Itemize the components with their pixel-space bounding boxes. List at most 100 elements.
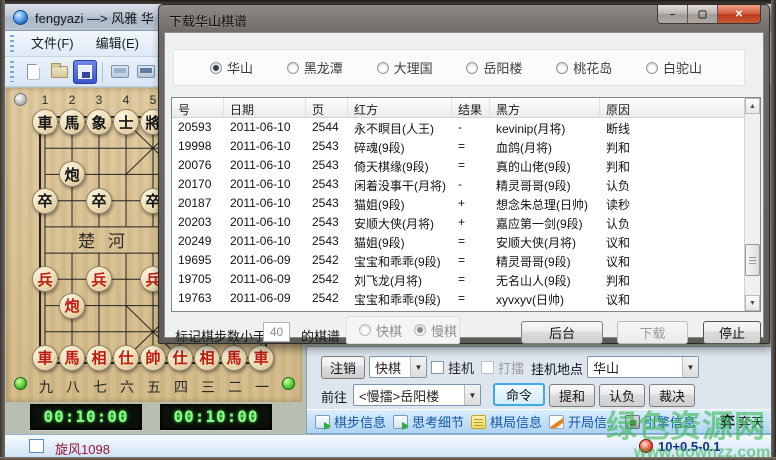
server-radio-华山[interactable]: 华山 [210, 58, 253, 77]
board-view-button[interactable] [108, 60, 132, 84]
table-row[interactable]: 20170 2011-06-10 2543 闲着没事干(月将) - 精灵哥哥(9段) 认负 [172, 175, 744, 194]
app-screen: fengyazi —> 风雅 华 文件(F)编辑(E)查看( [0, 0, 776, 460]
command-button[interactable]: 命令 [493, 383, 545, 406]
server-radio-黑龙潭[interactable]: 黑龙潭 [286, 58, 343, 77]
tab-开局信...[interactable]: 开局信... [549, 412, 618, 431]
stop-button[interactable]: 停止 [703, 321, 761, 344]
cell-page: 2542 [312, 253, 339, 267]
location-select[interactable]: 华山 ▼ [587, 356, 699, 378]
file-number-top: 2 [68, 93, 76, 107]
cell-no: 20187 [178, 196, 212, 210]
table-row[interactable]: 20593 2011-06-10 2544 永不瞑目(人王) - kevinip(月将) 断… [172, 118, 744, 137]
piece-仕[interactable]: 仕 [113, 344, 139, 371]
think-icon [393, 414, 410, 430]
column-header-结果[interactable]: 结果 [452, 98, 490, 117]
table-row[interactable]: 20203 2011-06-10 2543 安顺大侠(月将) + 嘉应第一剑(9段) 认负 [172, 213, 744, 232]
tab-思考细节[interactable]: 思考细节 [393, 412, 464, 431]
gameinfo-icon [471, 414, 487, 429]
piece-士[interactable]: 士 [113, 109, 139, 135]
board-view-2-button[interactable] [134, 60, 158, 84]
save-button[interactable] [73, 59, 97, 84]
chevron-down-icon: ▼ [682, 357, 698, 377]
column-header-页[interactable]: 页 [306, 98, 348, 117]
column-header-号[interactable]: 号 [172, 98, 224, 117]
alarm-clock-icon [639, 439, 653, 453]
piece-車[interactable]: 車 [32, 109, 58, 135]
tab-引擎信息[interactable]: 引擎信息 [624, 412, 696, 431]
piece-車[interactable]: 車 [32, 344, 58, 371]
idle-checkbox[interactable]: 挂机 [431, 358, 474, 377]
dialog-window-buttons: – ▢ ✕ [657, 5, 761, 24]
piece-馬[interactable]: 馬 [59, 344, 85, 371]
cell-black: xyvxyv(日帅) [496, 293, 564, 307]
menu-item-文件(F)[interactable]: 文件(F) [20, 32, 85, 56]
main-window-title: fengyazi —> 风雅 华 [35, 10, 154, 26]
server-radio-岳阳楼[interactable]: 岳阳楼 [466, 58, 522, 77]
radio-icon [359, 324, 371, 336]
goto-select[interactable]: <慢擂>岳阳楼 ▼ [353, 384, 481, 406]
table-row[interactable]: 20187 2011-06-10 2543 猫姐(9段) + 想念朱总理(日帅) 读秒 [172, 194, 744, 213]
open-button[interactable] [47, 60, 71, 84]
column-header-原因[interactable]: 原因 [600, 98, 760, 117]
fast-chess-radio[interactable]: 快棋 [359, 321, 402, 340]
piece-帥[interactable]: 帥 [140, 344, 166, 371]
dialog-footer: 标记棋步数小于 的棋谱 快棋 慢棋 后台 下载 停止 [165, 316, 763, 349]
tab-棋局信息[interactable]: 棋局信息 [471, 412, 542, 431]
tab-棋步信息[interactable]: 棋步信息 [315, 412, 386, 431]
piece-相[interactable]: 相 [86, 344, 112, 371]
resign-button[interactable]: 认负 [599, 384, 645, 407]
table-row[interactable]: 19705 2011-06-09 2542 刘飞龙(月将) = 无名山人(9段) 判和 [172, 270, 744, 289]
piece-象[interactable]: 象 [86, 109, 112, 135]
move-count-input[interactable] [263, 322, 290, 342]
games-table-body: 20593 2011-06-10 2544 永不瞑目(人王) - kevinip(月将) 断… [172, 118, 744, 311]
server-radio-大理国[interactable]: 大理国 [376, 58, 433, 77]
table-row[interactable]: 20076 2011-06-10 2543 倚天棋缘(9段) = 真的山佬(9段) 判和 [172, 156, 744, 175]
statusbar: 旋风1098 10+0.5-0.1 [5, 434, 771, 457]
dialog-title: 下载华山棋谱 [169, 14, 248, 29]
cell-reason: 议和 [606, 236, 631, 250]
download-button[interactable]: 下载 [617, 321, 688, 344]
table-scrollbar[interactable]: ▲ ▼ [744, 98, 760, 311]
offer-draw-button[interactable]: 提和 [549, 384, 595, 407]
piece-炮[interactable]: 炮 [59, 292, 85, 319]
scrollbar-thumb[interactable] [745, 244, 760, 276]
adjudicate-button[interactable]: 裁决 [649, 384, 695, 407]
maximize-button[interactable]: ▢ [688, 5, 718, 23]
piece-馬[interactable]: 馬 [59, 109, 85, 135]
speed-filter-group: 快棋 慢棋 [346, 316, 460, 344]
engine-checkbox[interactable] [29, 439, 44, 453]
column-header-红方[interactable]: 红方 [348, 98, 452, 117]
table-row[interactable]: 19763 2011-06-09 2542 宝宝和乖乖(9段) = xyvxyv(日帅) 议… [172, 289, 744, 308]
cell-page: 2543 [312, 215, 339, 229]
file-number-bottom: 三 [201, 380, 215, 396]
menu-item-编辑(E)[interactable]: 编辑(E) [85, 32, 150, 56]
table-row[interactable]: 19695 2011-06-09 2542 宝宝和乖乖(9段) = 精灵哥哥(9段) 议和 [172, 251, 744, 270]
scroll-up-icon[interactable]: ▲ [745, 98, 760, 114]
column-header-日期[interactable]: 日期 [224, 98, 306, 117]
table-row[interactable]: 19998 2011-06-10 2543 碎魂(9段) = 血鸽(月将) 判和 [172, 137, 744, 156]
column-header-黑方[interactable]: 黑方 [490, 98, 600, 117]
chevron-down-icon: ▼ [410, 357, 426, 377]
logout-button[interactable]: 注销 [321, 356, 365, 379]
speed-select[interactable]: 快棋 ▼ [369, 356, 427, 378]
radio-icon [466, 61, 479, 74]
scroll-down-icon[interactable]: ▼ [745, 295, 760, 311]
app-icon [13, 9, 28, 25]
idle-location-label: 挂机地点 [531, 362, 584, 377]
piece-卒[interactable]: 卒 [32, 187, 58, 214]
location-select-value: 华山 [593, 360, 620, 376]
arena-checkbox[interactable]: 打擂 [481, 358, 524, 377]
cell-date: 2011-06-10 [230, 158, 291, 172]
close-button[interactable]: ✕ [718, 5, 760, 23]
background-button[interactable]: 后台 [521, 321, 603, 344]
table-row[interactable]: 20249 2011-06-10 2543 猫姐(9段) = 安顺大侠(月将) 议和 [172, 232, 744, 251]
radio-icon [286, 61, 299, 74]
slow-chess-radio[interactable]: 慢棋 [414, 321, 457, 340]
server-radio-白驼山[interactable]: 白驼山 [645, 58, 702, 77]
board-view-icon [111, 65, 129, 78]
server-radio-桃花岛[interactable]: 桃花岛 [556, 58, 612, 77]
new-file-button[interactable] [21, 60, 45, 84]
minimize-button[interactable]: – [658, 5, 688, 23]
table-header-row: 号日期页红方 结果 黑方 原因 [172, 98, 760, 118]
piece-卒[interactable]: 卒 [86, 187, 112, 214]
